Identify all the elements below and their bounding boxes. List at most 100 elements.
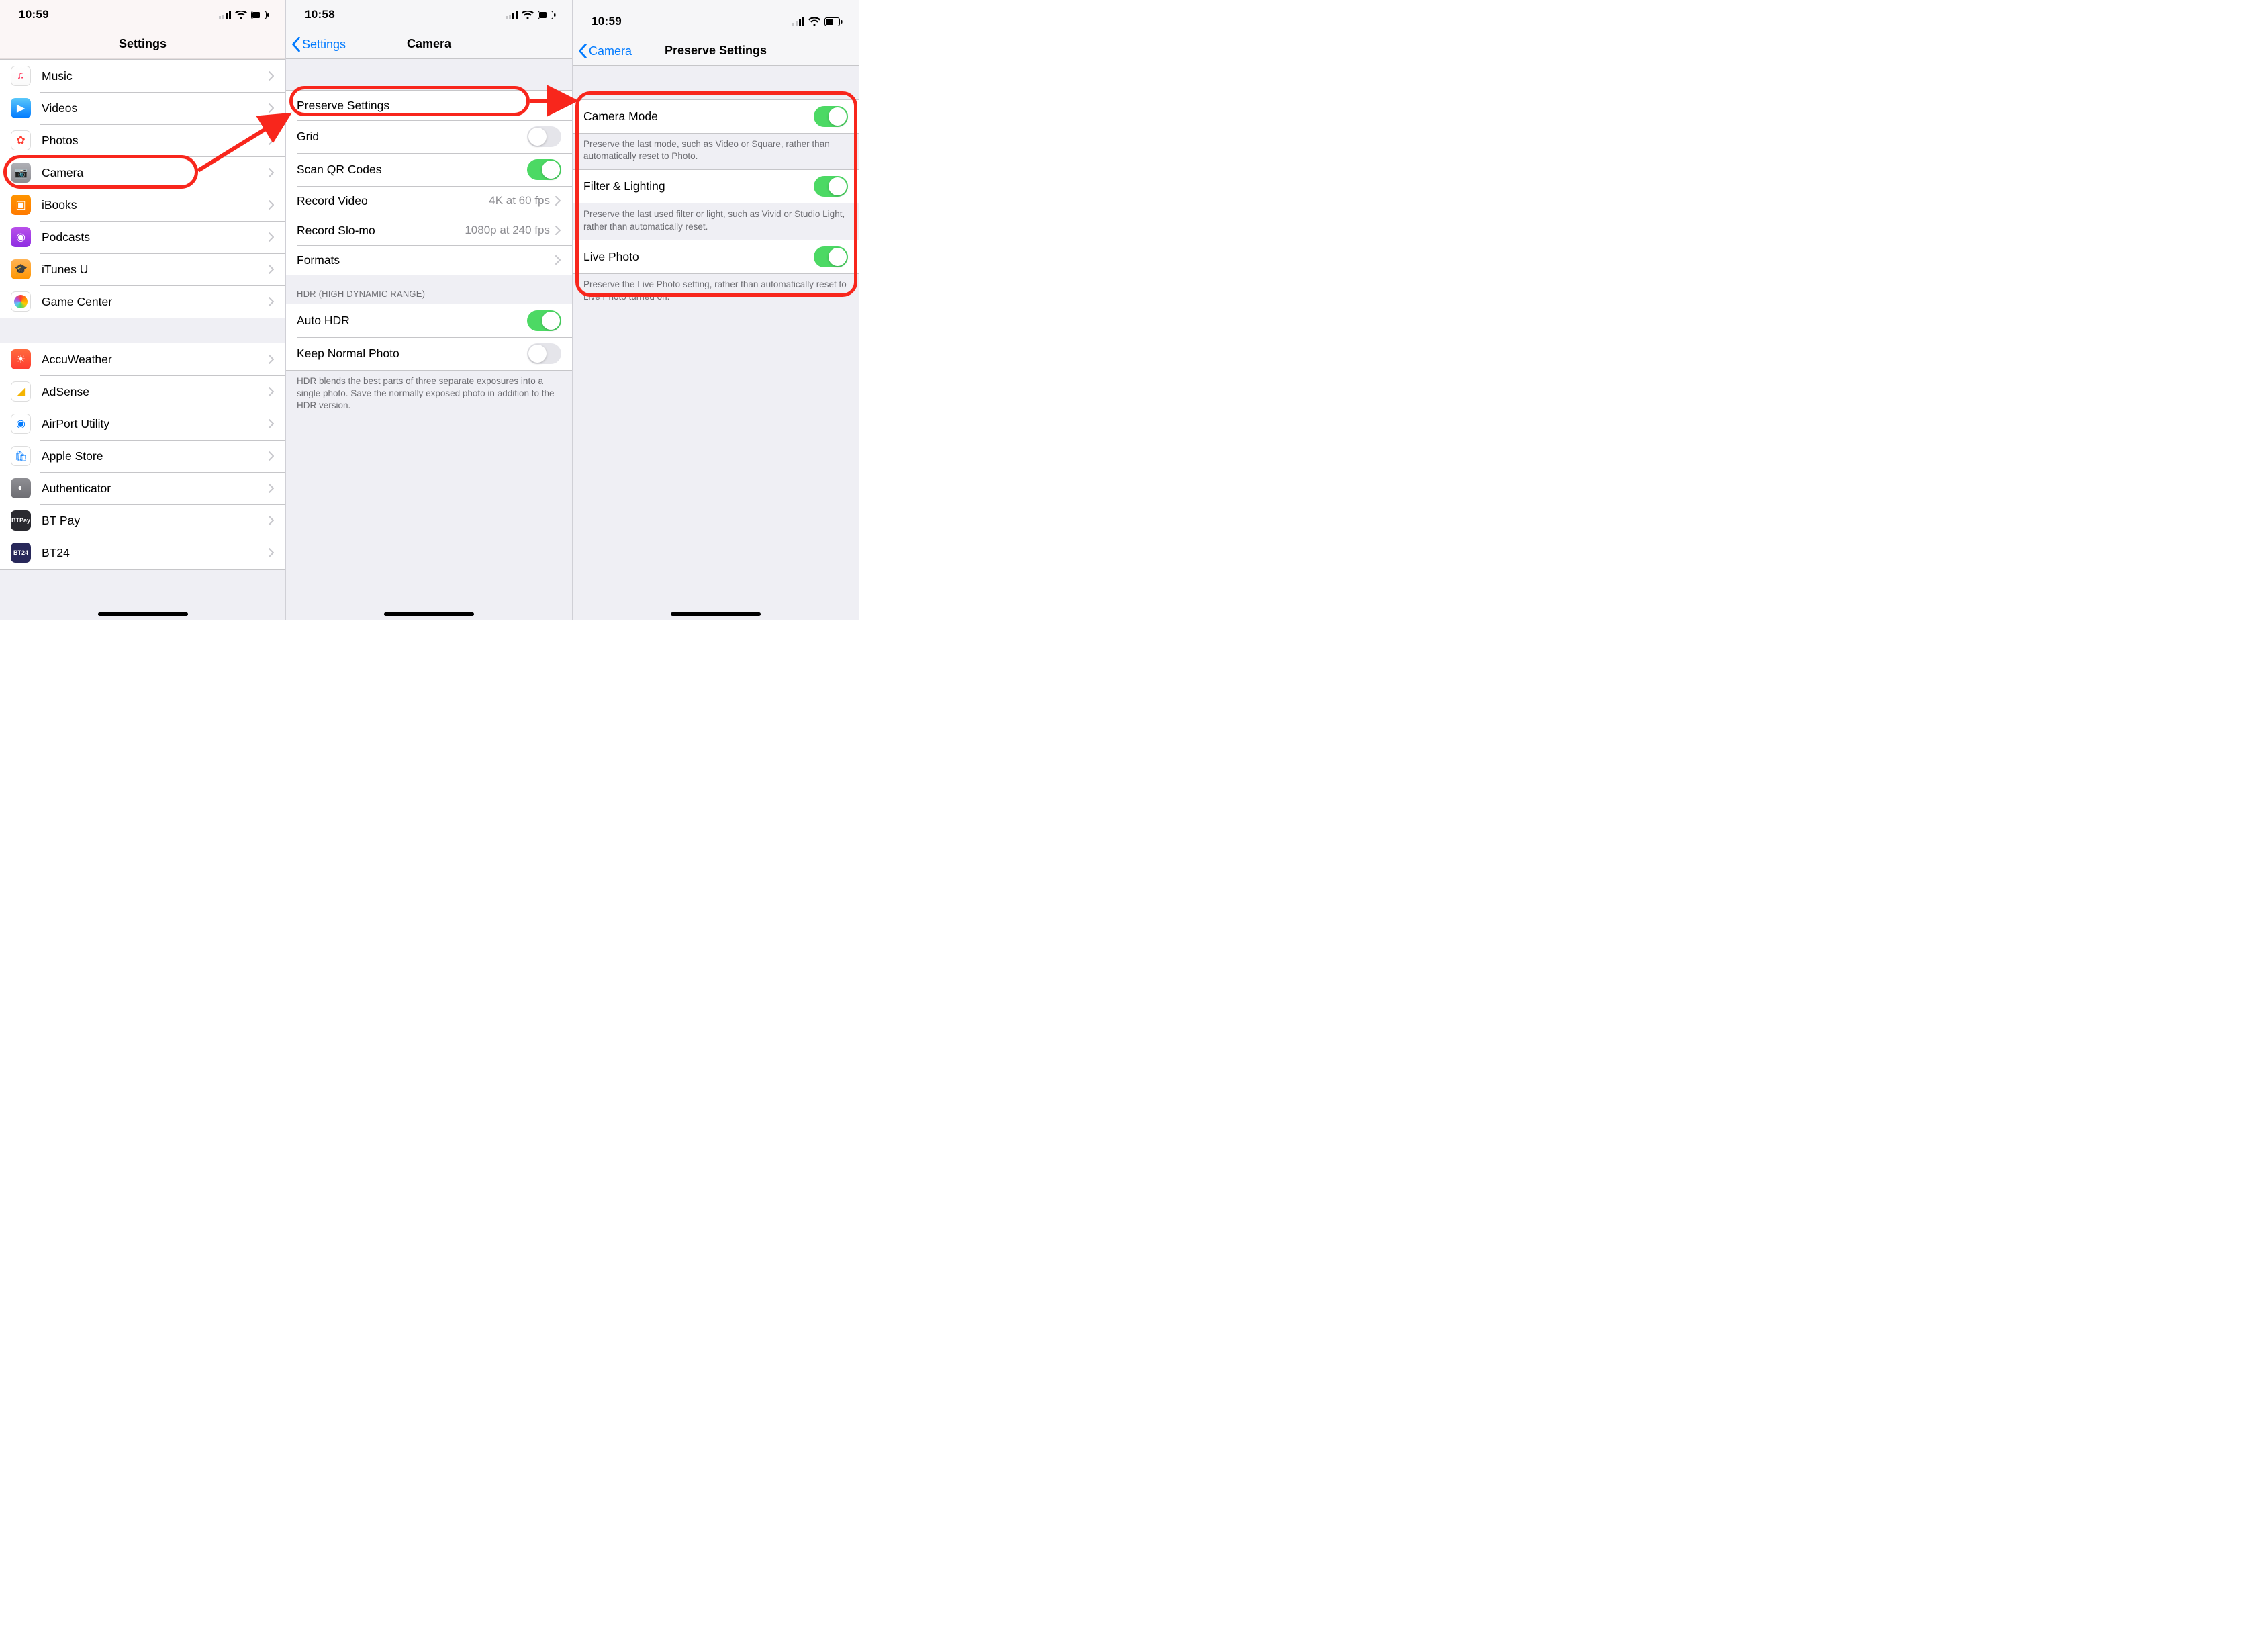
- preserve-settings-list[interactable]: Camera Mode Preserve the last mode, such …: [573, 66, 859, 620]
- back-button[interactable]: Camera: [578, 36, 632, 66]
- row-keep[interactable]: Keep Normal Photo: [286, 337, 572, 370]
- row-label: Auto HDR: [297, 314, 527, 328]
- settings-item-podcasts[interactable]: ◉Podcasts: [0, 221, 285, 253]
- settings-item-ibooks[interactable]: ▣iBooks: [0, 189, 285, 221]
- applestore-icon: 🛍: [11, 446, 31, 466]
- itunesu-icon: 🎓: [11, 259, 31, 279]
- row-formats[interactable]: Formats: [286, 245, 572, 275]
- chevron-right-icon: [269, 548, 275, 557]
- row-label: Grid: [297, 130, 527, 144]
- settings-item-airport[interactable]: ◉AirPort Utility: [0, 408, 285, 440]
- btpay-icon: BTPay: [11, 510, 31, 531]
- hdr-section-header: HDR (HIGH DYNAMIC RANGE): [286, 275, 572, 304]
- settings-item-videos[interactable]: ▶ Videos: [0, 92, 285, 124]
- settings-item-camera[interactable]: 📷Camera: [0, 156, 285, 189]
- settings-item-gamecenter[interactable]: Game Center: [0, 285, 285, 318]
- authenticator-icon: ◐: [11, 478, 31, 498]
- settings-item-applestore[interactable]: 🛍 Apple Store: [0, 440, 285, 472]
- item-label: Videos: [42, 101, 269, 116]
- toggle-grid[interactable]: [527, 126, 561, 147]
- ibooks-icon: ▣: [11, 195, 31, 215]
- statusbar: 10:58: [286, 0, 572, 30]
- statusbar-icons: [792, 17, 843, 26]
- chevron-right-icon: [269, 355, 275, 364]
- chevron-right-icon: [555, 255, 561, 265]
- wifi-icon: [522, 11, 534, 19]
- back-button[interactable]: Settings: [291, 30, 346, 59]
- row-qr[interactable]: Scan QR Codes: [286, 153, 572, 186]
- item-label: Game Center: [42, 295, 269, 309]
- row-auto[interactable]: Auto HDR: [286, 304, 572, 337]
- chevron-right-icon: [269, 103, 275, 113]
- music-icon: ♫: [11, 66, 31, 86]
- cellular-icon: [506, 11, 518, 19]
- chevron-right-icon: [269, 297, 275, 306]
- toggle-auto[interactable]: [527, 310, 561, 331]
- row-detail: 1080p at 240 fps: [465, 224, 550, 237]
- settings-item-itunesu[interactable]: 🎓iTunes U: [0, 253, 285, 285]
- cellular-icon: [792, 17, 804, 26]
- screen-settings: 10:59 Settings ♫Music▶Videos✿Photos📷Came…: [0, 0, 286, 620]
- row-preserve[interactable]: Preserve Settings: [286, 91, 572, 120]
- page-title: Camera: [407, 37, 451, 51]
- battery-icon: [824, 17, 843, 26]
- row-footer-filter: Preserve the last used filter or light, …: [573, 203, 859, 239]
- item-label: AirPort Utility: [42, 417, 269, 431]
- settings-item-authenticator[interactable]: ◐ Authenticator: [0, 472, 285, 504]
- chevron-right-icon: [269, 451, 275, 461]
- row-recslomo[interactable]: Record Slo-mo1080p at 240 fps: [286, 216, 572, 245]
- chevron-right-icon: [269, 200, 275, 210]
- row-grid[interactable]: Grid: [286, 120, 572, 153]
- item-label: AccuWeather: [42, 353, 269, 367]
- hdr-section-footer: HDR blends the best parts of three separ…: [286, 371, 572, 419]
- settings-item-music[interactable]: ♫ Music: [0, 60, 285, 92]
- settings-item-adsense[interactable]: ◢ AdSense: [0, 375, 285, 408]
- row-live[interactable]: Live Photo: [573, 240, 859, 273]
- chevron-left-icon: [291, 37, 301, 52]
- home-indicator[interactable]: [98, 612, 188, 616]
- statusbar: 10:59: [573, 0, 859, 36]
- row-label: Camera Mode: [583, 109, 814, 124]
- chevron-right-icon: [269, 387, 275, 396]
- settings-list[interactable]: ♫ Music ▶ Videos ✿Photos📷Camera▣iBooks◉Podca…: [0, 59, 285, 620]
- row-footer-mode: Preserve the last mode, such as Video or…: [573, 134, 859, 169]
- item-label: Music: [42, 69, 269, 83]
- chevron-right-icon: [555, 226, 561, 235]
- toggle-mode[interactable]: [814, 106, 848, 127]
- row-recvideo[interactable]: Record Video4K at 60 fps: [286, 186, 572, 216]
- row-label: Preserve Settings: [297, 99, 555, 113]
- camera-settings-list[interactable]: Preserve Settings Grid Scan QR Codes Record…: [286, 59, 572, 620]
- cellular-icon: [219, 11, 231, 19]
- row-label: Live Photo: [583, 250, 814, 264]
- statusbar-icons: [506, 11, 556, 19]
- toggle-filter[interactable]: [814, 176, 848, 197]
- row-label: Scan QR Codes: [297, 163, 527, 177]
- battery-icon: [251, 11, 269, 19]
- toggle-keep[interactable]: [527, 343, 561, 364]
- settings-item-bt24[interactable]: BT24BT24: [0, 537, 285, 569]
- settings-item-photos[interactable]: ✿Photos: [0, 124, 285, 156]
- row-filter[interactable]: Filter & Lighting: [573, 170, 859, 203]
- chevron-right-icon: [269, 232, 275, 242]
- settings-item-btpay[interactable]: BTPayBT Pay: [0, 504, 285, 537]
- item-label: AdSense: [42, 385, 269, 399]
- settings-item-accuweather[interactable]: ☀AccuWeather: [0, 343, 285, 375]
- row-detail: 4K at 60 fps: [489, 194, 550, 208]
- home-indicator[interactable]: [384, 612, 474, 616]
- row-label: Filter & Lighting: [583, 179, 814, 193]
- row-mode[interactable]: Camera Mode: [573, 100, 859, 133]
- item-label: Authenticator: [42, 482, 269, 496]
- chevron-right-icon: [269, 484, 275, 493]
- item-label: BT24: [42, 546, 269, 560]
- battery-icon: [538, 11, 556, 19]
- home-indicator[interactable]: [671, 612, 761, 616]
- photos-icon: ✿: [11, 130, 31, 150]
- row-footer-live: Preserve the Live Photo setting, rather …: [573, 274, 859, 310]
- camera-icon: 📷: [11, 163, 31, 183]
- item-label: Apple Store: [42, 449, 269, 463]
- adsense-icon: ◢: [11, 381, 31, 402]
- chevron-right-icon: [269, 516, 275, 525]
- toggle-live[interactable]: [814, 246, 848, 267]
- toggle-qr[interactable]: [527, 159, 561, 180]
- videos-icon: ▶: [11, 98, 31, 118]
